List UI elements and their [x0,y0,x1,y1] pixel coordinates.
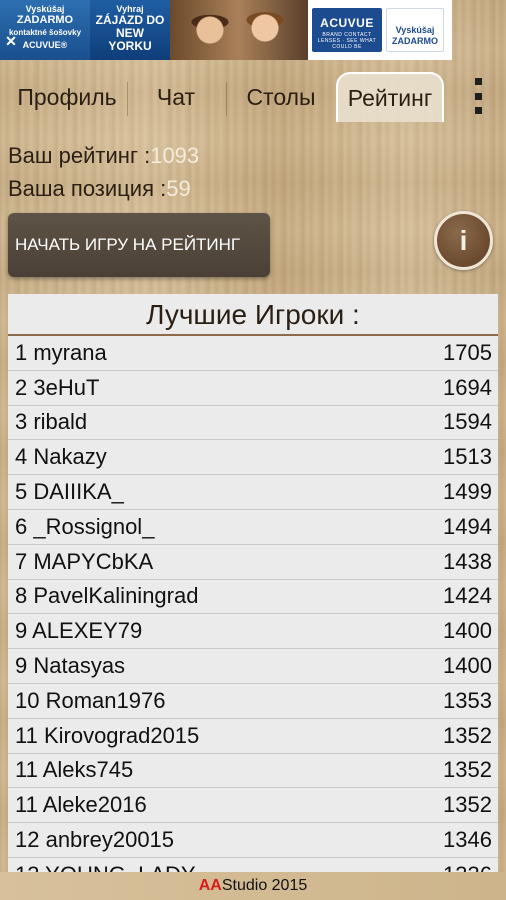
player-name: 11 Aleks745 [15,757,134,783]
player-name: 12 anbrey20015 [15,827,175,853]
player-score: 1352 [443,792,492,818]
tab-bar: Профиль Чат Столы Рейтинг [0,68,506,124]
menu-dot [474,92,482,100]
table-row[interactable]: 11 Aleks745 1352 [8,754,498,789]
ad-brand-name: ACUVUE [320,16,374,30]
player-score: 1705 [443,339,492,365]
player-name: 6 _Rossignol_ [15,513,155,539]
footer-brand-aa: AA [198,877,222,894]
footer-brand-rest: Studio 2015 [221,877,308,894]
ad-panel-free-lenses[interactable]: Vyskúšaj ZADARMO kontaktné šošovky ACUVU… [0,0,90,60]
table-row[interactable]: 6 _Rossignol_ 1494 [8,510,498,545]
tab-tables[interactable]: Столы [228,72,334,122]
player-name: 10 Roman1976 [15,687,166,713]
tab-chat[interactable]: Чат [128,72,224,122]
ad-photo-image [170,0,308,60]
ad-brand-logo: ACUVUE BRAND CONTACT LENSES · SEE WHAT C… [312,8,382,52]
ad-brand-tagline: BRAND CONTACT LENSES · SEE WHAT COULD BE [317,32,377,50]
table-row[interactable]: 12 anbrey20015 1346 [8,823,498,858]
player-name: 11 Aleke2016 [15,792,147,818]
player-score: 1400 [443,653,492,679]
tab-profile[interactable]: Профиль [8,72,126,122]
my-rating: Ваш рейтинг :1093 [8,143,199,169]
ad-cta-button[interactable]: Vyskúšaj ZADARMO [386,8,444,52]
leaderboard-list: 1 myrana 1705 2 3eHuT 1694 3 ribald 1594 4 Nak… [8,336,498,872]
table-row[interactable]: 1 myrana 1705 [8,336,498,371]
table-row[interactable]: 9 Natasyas 1400 [8,649,498,684]
player-name: 9 ALEXEY79 [15,618,143,644]
leaderboard-title: Лучшие Игроки : [8,294,498,336]
table-row[interactable]: 5 DAIIIKA_ 1499 [8,475,498,510]
player-name: 7 MAPYCbKA [15,548,154,574]
tab-rating[interactable]: Рейтинг [336,72,444,122]
player-score: 1352 [443,722,492,748]
ad-banner[interactable]: Vyskúšaj ZADARMO kontaktné šošovky ACUVU… [0,0,452,60]
player-score: 1353 [443,687,492,713]
table-row[interactable]: 8 PavelKaliningrad 1424 [8,580,498,615]
table-row[interactable]: 9 ALEXEY79 1400 [8,614,498,650]
my-rating-value: 1093 [150,143,200,168]
menu-dot [474,78,482,85]
overflow-menu-icon[interactable] [472,78,484,114]
ad-line: YORKU [108,39,152,53]
player-name: 3 ribald [15,409,88,435]
player-name: 1 myrana [15,339,107,365]
close-icon[interactable]: ✕ [3,33,19,49]
player-name: 13 YOUNG_LADY [15,862,196,872]
player-score: 1346 [443,827,492,853]
player-score: 1400 [443,618,492,644]
ad-cta-line: ZADARMO [392,36,438,46]
tab-divider [226,82,227,116]
my-rating-label: Ваш рейтинг : [8,143,151,168]
info-icon[interactable]: i [434,211,493,270]
table-row[interactable]: 2 3eHuT 1694 [8,371,498,406]
ad-panel-new-york[interactable]: Vyhraj ZÁJAZD DO NEW YORKU [90,0,170,60]
my-position-value: 59 [166,176,191,201]
player-name: 9 Natasyas [15,653,126,679]
table-row[interactable]: 7 MAPYCbKA 1438 [8,545,498,580]
player-name: 8 PavelKaliningrad [15,583,199,609]
ad-cta-line: Vyskúšaj [395,25,435,35]
table-row[interactable]: 11 Kirovograd2015 1352 [8,719,498,754]
player-score: 1494 [443,513,492,539]
player-name: 2 3eHuT [15,374,100,400]
player-score: 1424 [443,583,492,609]
player-name: 11 Kirovograd2015 [15,722,200,748]
start-rated-game-button[interactable]: НАЧАТЬ ИГРУ НА РЕЙТИНГ [8,213,270,277]
player-score: 1499 [443,479,492,505]
table-row[interactable]: 11 Aleke2016 1352 [8,788,498,824]
player-score: 1513 [443,444,492,470]
my-position: Ваша позиция :59 [8,176,191,202]
footer-credit: AAStudio 2015 [0,872,506,900]
player-name: 5 DAIIIKA_ [15,479,124,505]
player-name: 4 Nakazy [15,444,107,470]
table-row[interactable]: 4 Nakazy 1513 [8,440,498,476]
player-score: 1336 [443,862,492,872]
menu-dot [474,107,482,114]
table-row[interactable]: 10 Roman1976 1353 [8,684,498,719]
player-score: 1694 [443,374,492,400]
my-position-label: Ваша позиция : [8,176,167,201]
player-score: 1594 [443,409,492,435]
player-score: 1352 [443,757,492,783]
ad-line: ZADARMO [16,14,74,26]
ad-line: Vyskúšaj [25,4,65,14]
player-score: 1438 [443,548,492,574]
table-row[interactable]: 3 ribald 1594 [8,406,498,441]
table-row[interactable]: 13 YOUNG_LADY 1336 [8,858,498,872]
leaderboard[interactable]: Лучшие Игроки : 1 myrana 1705 2 3eHuT 1694 3… [8,294,498,872]
